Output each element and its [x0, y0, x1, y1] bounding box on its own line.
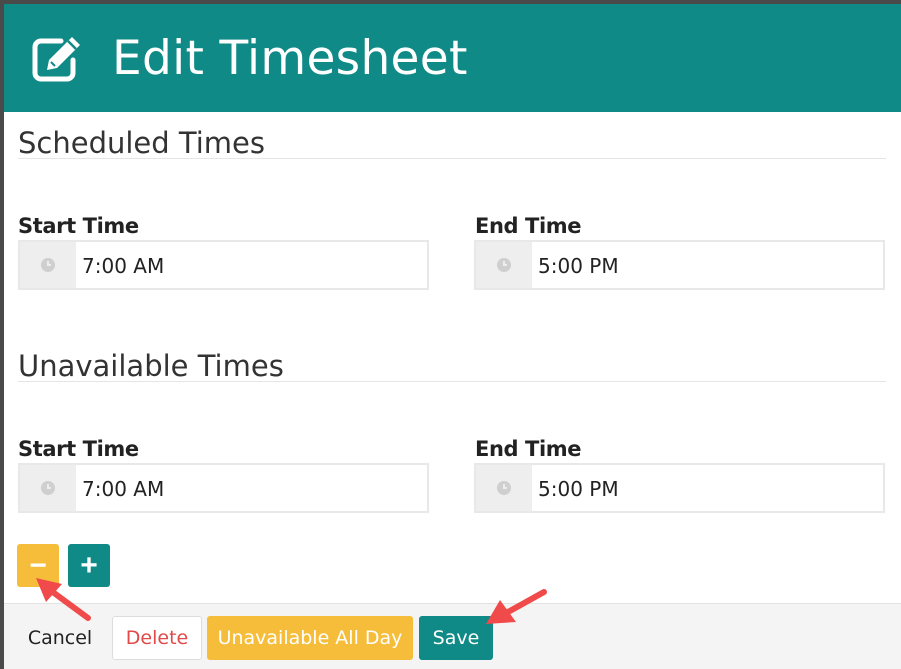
edit-timesheet-modal: Edit Timesheet Scheduled Times Start Tim…	[4, 4, 901, 669]
clock-icon	[41, 481, 55, 495]
clock-icon-addon[interactable]	[20, 465, 76, 511]
unavailable-end-label: End Time	[475, 437, 582, 461]
add-unavailable-time-button[interactable]: +	[68, 544, 110, 587]
unavailable-start-time-input[interactable]: 7:00 AM	[18, 463, 429, 513]
scheduled-end-time-input[interactable]: 5:00 PM	[474, 240, 885, 290]
delete-button[interactable]: Delete	[112, 616, 202, 660]
scheduled-start-label: Start Time	[18, 214, 139, 238]
clock-icon-addon[interactable]	[20, 242, 76, 288]
scheduled-start-time-value: 7:00 AM	[82, 254, 165, 278]
modal-header: Edit Timesheet	[4, 4, 901, 112]
clock-icon	[497, 258, 511, 272]
divider	[18, 381, 886, 382]
modal-footer: Cancel Delete Unavailable All Day Save	[4, 603, 901, 669]
unavailable-all-day-button[interactable]: Unavailable All Day	[207, 616, 413, 660]
unavailable-start-time-value: 7:00 AM	[82, 477, 165, 501]
divider	[18, 158, 886, 159]
clock-icon	[497, 481, 511, 495]
unavailable-start-label: Start Time	[18, 437, 139, 461]
scheduled-start-time-input[interactable]: 7:00 AM	[18, 240, 429, 290]
scheduled-end-label: End Time	[475, 214, 582, 238]
edit-icon	[32, 37, 80, 82]
clock-icon-addon[interactable]	[476, 465, 532, 511]
unavailable-end-time-input[interactable]: 5:00 PM	[474, 463, 885, 513]
unavailable-times-heading: Unavailable Times	[18, 349, 284, 383]
clock-icon	[41, 258, 55, 272]
unavailable-end-time-value: 5:00 PM	[538, 477, 619, 501]
clock-icon-addon[interactable]	[476, 242, 532, 288]
scheduled-end-time-value: 5:00 PM	[538, 254, 619, 278]
remove-unavailable-time-button[interactable]: −	[17, 544, 59, 587]
scheduled-times-heading: Scheduled Times	[18, 126, 265, 160]
save-button[interactable]: Save	[419, 616, 493, 660]
modal-title: Edit Timesheet	[112, 31, 468, 86]
cancel-button[interactable]: Cancel	[12, 616, 108, 660]
